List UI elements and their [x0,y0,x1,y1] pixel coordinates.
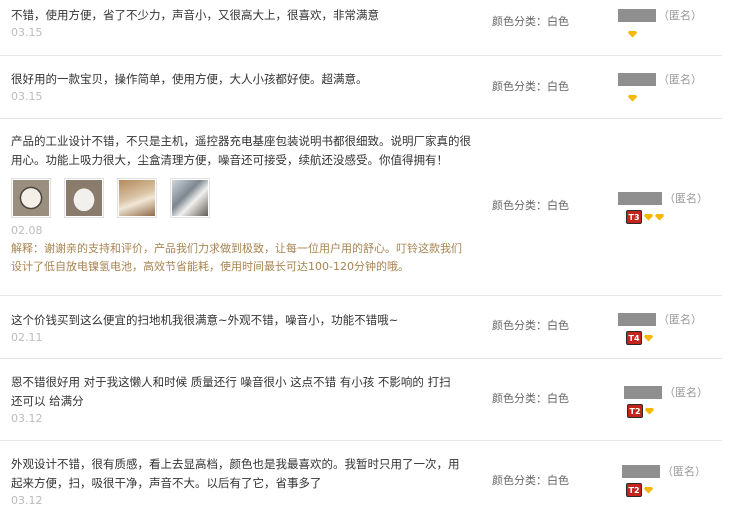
review-date: 03.12 [11,412,43,425]
diamond-icon [644,486,653,494]
review-list: 不错，使用方便，省了不少力，声音小，又很高大上，很喜欢，非常满意 03.15 颜… [0,0,730,515]
review-comment: 恩不错很好用 对于我这懒人和时候 质量还行 噪音很小 这点不错 有小孩 不影响的… [11,375,451,408]
review-date: 02.08 [11,224,43,237]
reviewer-name-redacted [618,191,662,205]
diamond-icon [655,213,664,221]
seller-reply: 解释：谢谢亲的支持和评价，产品我们力求做到极致，让每一位用户用的舒心。叮铃这款我… [11,242,462,273]
review-main: 很好用的一款宝贝，操作简单，使用方便，大人小孩都好使。超满意。 03.15 [11,70,471,104]
review-comment: 产品的工业设计不错，不只是主机，遥控器充电基座包装说明书都很细致。说明厂家真的很… [11,134,471,167]
color-attribute: 颜色分类：白色 [492,474,569,487]
review-date: 03.15 [11,26,43,39]
anonymous-label: （匿名） [664,192,708,205]
reviewer: （匿名） T3 [618,191,722,224]
diamond-icon [644,334,653,342]
review-row: 恩不错很好用 对于我这懒人和时候 质量还行 噪音很小 这点不错 有小孩 不影响的… [0,359,722,441]
review-main: 外观设计不错，很有质感，看上去显高档，颜色也是我最喜欢的。我暂时只用了一次，用起… [11,455,471,508]
review-row: 很好用的一款宝贝，操作简单，使用方便，大人小孩都好使。超满意。 03.15 颜色… [0,56,722,119]
anonymous-label: （匿名） [658,313,702,326]
review-comment: 不错，使用方便，省了不少力，声音小，又很高大上，很喜欢，非常满意 [11,8,379,22]
reviewer: （匿名） T4 [618,312,722,345]
review-main: 恩不错很好用 对于我这懒人和时候 质量还行 噪音很小 这点不错 有小孩 不影响的… [11,373,471,426]
review-main: 产品的工业设计不错，不只是主机，遥控器充电基座包装说明书都很细致。说明厂家真的很… [11,132,471,276]
review-main: 这个价钱买到这么便宜的扫地机我很满意~外观不错，噪音小，功能不错哦~ 02.11 [11,311,471,345]
review-photos [11,178,471,218]
anonymous-label: （匿名） [662,465,706,478]
review-photo-thumbnail[interactable] [64,178,104,218]
level-badge-icon: T2 [626,483,642,497]
review-row: 这个价钱买到这么便宜的扫地机我很满意~外观不错，噪音小，功能不错哦~ 02.11… [0,296,722,359]
diamond-icon [628,94,637,102]
color-attribute: 颜色分类：白色 [492,199,569,212]
reviewer-name-redacted [624,385,662,399]
reviewer: （匿名） [618,72,722,104]
review-date: 03.15 [11,90,43,103]
anonymous-label: （匿名） [658,9,702,22]
reviewer-name-redacted [618,8,656,22]
review-photo-thumbnail[interactable] [170,178,210,218]
review-row: 不错，使用方便，省了不少力，声音小，又很高大上，很喜欢，非常满意 03.15 颜… [0,0,722,56]
diamond-icon [644,213,653,221]
anonymous-label: （匿名） [658,73,702,86]
review-main: 不错，使用方便，省了不少力，声音小，又很高大上，很喜欢，非常满意 03.15 [11,6,471,40]
diamond-icon [645,407,654,415]
reviewer: （匿名） [618,8,722,40]
color-attribute: 颜色分类：白色 [492,80,569,93]
level-badge-icon: T4 [626,331,642,345]
color-attribute: 颜色分类：白色 [492,392,569,405]
level-badge-icon: T3 [626,210,642,224]
review-row: 产品的工业设计不错，不只是主机，遥控器充电基座包装说明书都很细致。说明厂家真的很… [0,119,722,296]
review-comment: 这个价钱买到这么便宜的扫地机我很满意~外观不错，噪音小，功能不错哦~ [11,313,399,327]
reviewer-name-redacted [618,72,656,86]
reviewer: （匿名） T2 [618,464,722,497]
review-date: 03.12 [11,494,43,507]
reviewer-name-redacted [622,464,660,478]
level-badge-icon: T2 [627,404,643,418]
review-photo-thumbnail[interactable] [11,178,51,218]
review-photo-thumbnail[interactable] [117,178,157,218]
anonymous-label: （匿名） [664,386,708,399]
review-comment: 外观设计不错，很有质感，看上去显高档，颜色也是我最喜欢的。我暂时只用了一次，用起… [11,457,460,490]
diamond-icon [628,30,637,38]
review-comment: 很好用的一款宝贝，操作简单，使用方便，大人小孩都好使。超满意。 [11,72,368,86]
review-date: 02.11 [11,331,43,344]
color-attribute: 颜色分类：白色 [492,15,569,28]
reviewer: （匿名） T2 [618,385,722,418]
reviewer-name-redacted [618,312,656,326]
color-attribute: 颜色分类：白色 [492,319,569,332]
review-row: 外观设计不错，很有质感，看上去显高档，颜色也是我最喜欢的。我暂时只用了一次，用起… [0,441,722,515]
